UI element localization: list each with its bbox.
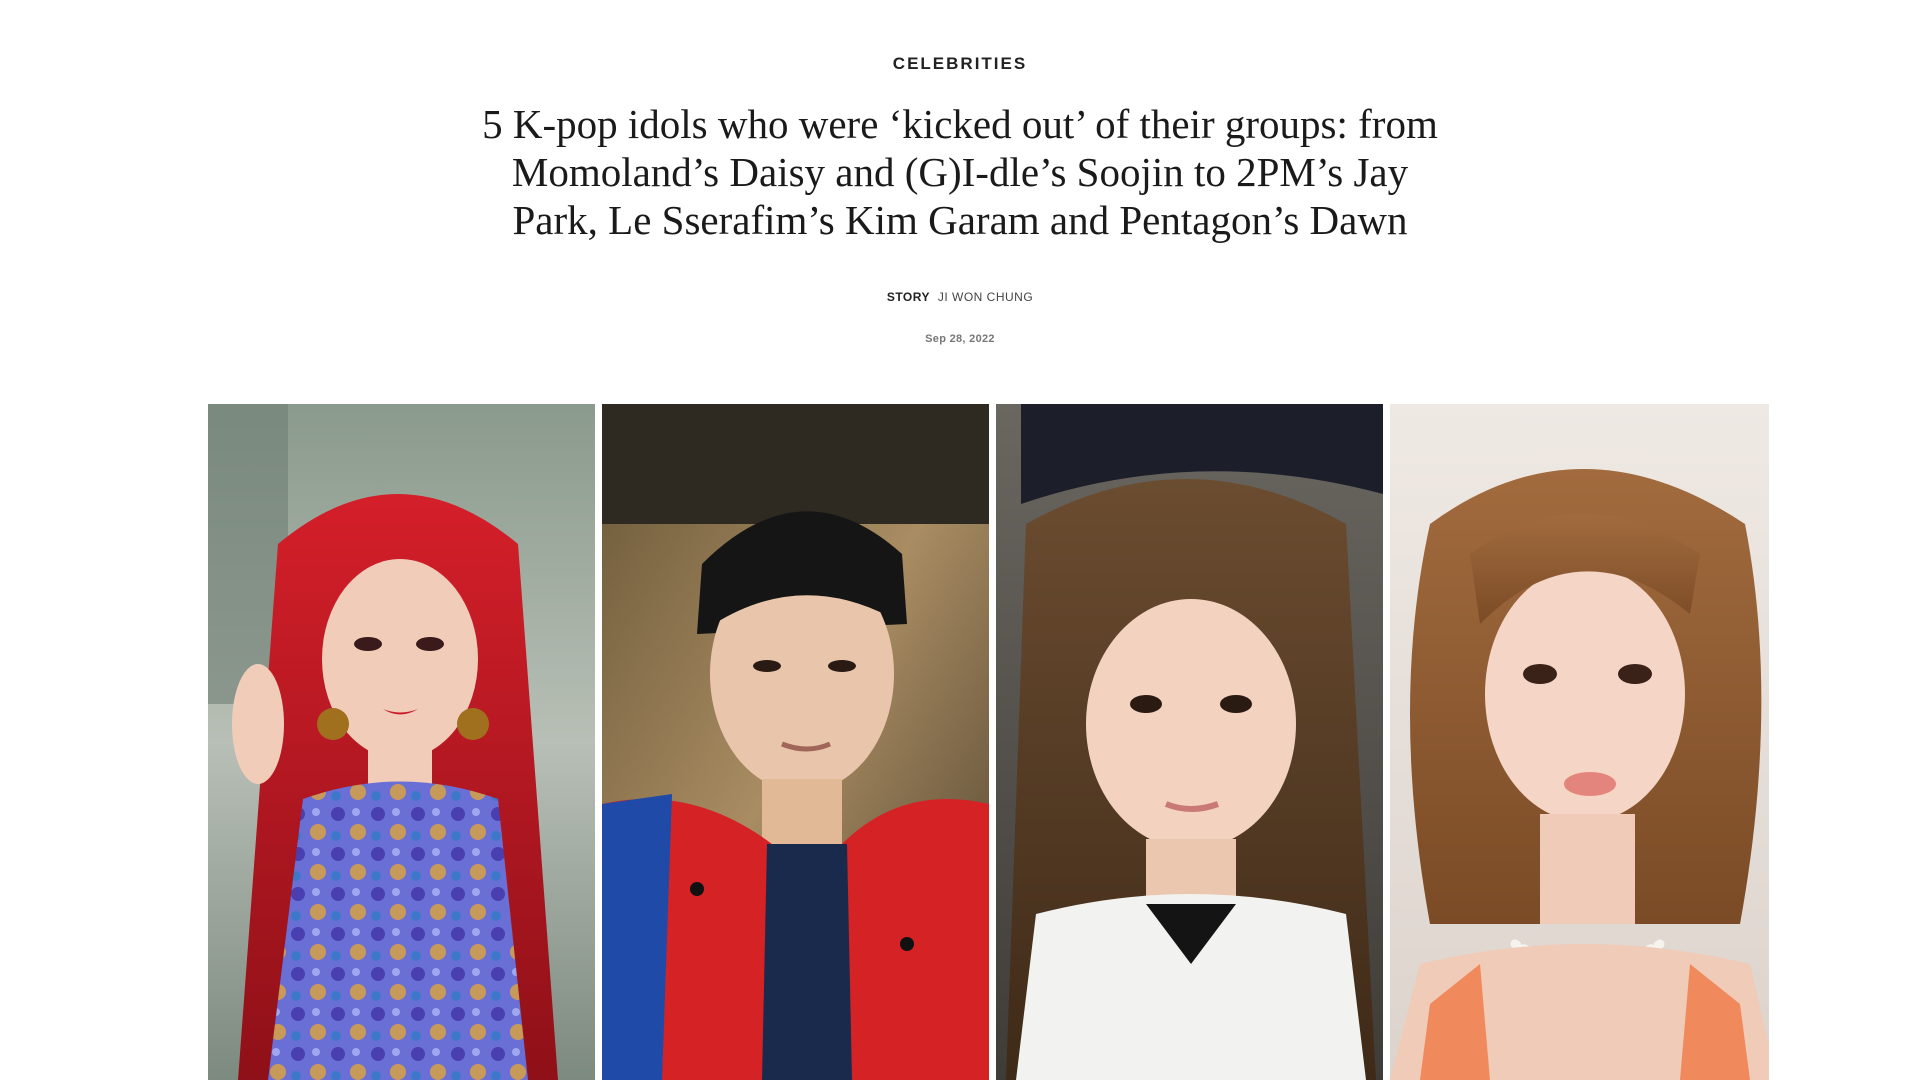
publish-date: Sep 28, 2022 [925, 333, 995, 345]
hero-photo-1 [208, 404, 595, 1080]
hero-photo-2-image [602, 404, 989, 1080]
hero-image-collage [208, 404, 1769, 1080]
hero-photo-4-image [1390, 404, 1769, 1080]
category-link[interactable]: CELEBRITIES [0, 54, 1920, 74]
byline: STORY JI WON CHUNG [0, 290, 1920, 304]
article-headline: 5 K-pop idols who were ‘kicked out’ of t… [482, 101, 1438, 243]
author-link[interactable]: JI WON CHUNG [938, 290, 1033, 304]
byline-label: STORY [886, 290, 930, 304]
hero-photo-1-image [208, 404, 595, 1080]
hero-photo-4 [1390, 404, 1769, 1080]
hero-photo-3 [996, 404, 1383, 1080]
hero-photo-3-image [996, 404, 1383, 1080]
hero-photo-2 [602, 404, 989, 1080]
